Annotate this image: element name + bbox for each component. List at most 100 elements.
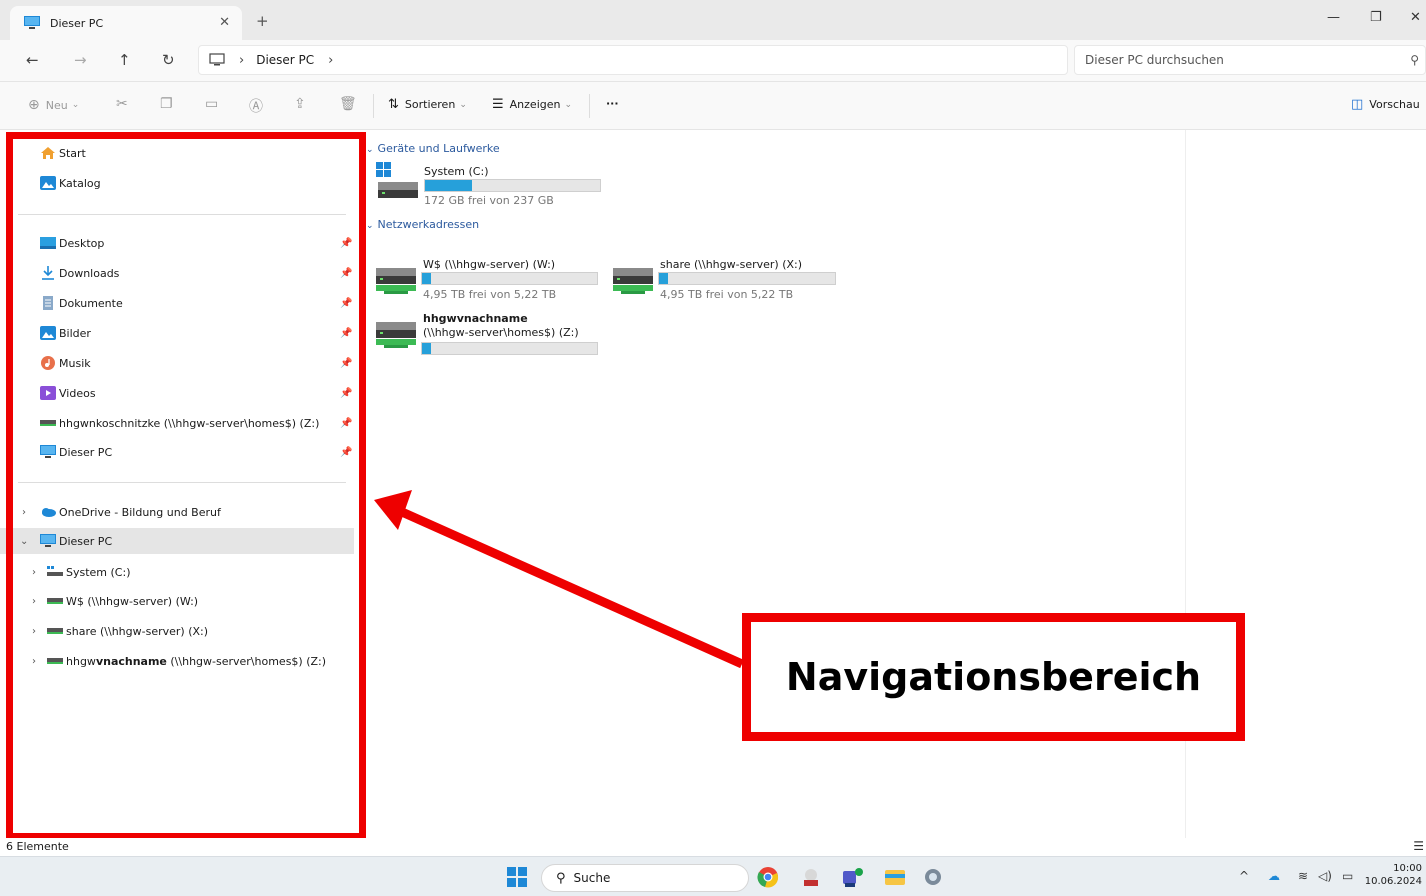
sidebar-item-x-drive[interactable]: › share (\\hhgw-server) (X:) [0,618,354,644]
breadcrumb-dieser-pc[interactable]: Dieser PC [256,53,314,67]
chevron-down-icon[interactable]: ⌄ [20,536,28,547]
drive-usage-fill [659,273,668,284]
pin-icon[interactable]: 📌 [340,238,352,249]
view-icon: ☰ [492,97,504,112]
taskbar-search-label: Suche [573,871,611,885]
close-tab-icon[interactable]: ✕ [219,15,230,30]
sidebar-item-dokumente[interactable]: Dokumente 📌 [0,290,354,316]
restore-icon[interactable]: ❐ [1370,10,1382,25]
group-devices-heading[interactable]: ⌄ Geräte und Laufwerke [366,142,500,155]
cut-icon[interactable]: ✂ [116,96,128,112]
taskbar-search[interactable]: ⚲ Suche [541,864,749,892]
chevron-right-icon[interactable]: › [22,507,26,518]
pin-icon[interactable]: 📌 [340,328,352,339]
settings-icon[interactable] [922,866,944,888]
sidebar-item-desktop[interactable]: Desktop 📌 [0,230,354,256]
sidebar-item-bilder[interactable]: Bilder 📌 [0,320,354,346]
wifi-icon[interactable]: ≋ [1298,869,1308,883]
pin-icon[interactable]: 📌 [340,447,352,458]
chrome-icon[interactable] [757,866,779,888]
new-button[interactable]: ⊕ Neu ⌄ [28,97,79,113]
label-prefix: hhgw [66,654,96,668]
pin-icon[interactable]: 📌 [340,358,352,369]
view-button[interactable]: ☰ Anzeigen ⌄ [492,97,572,112]
preview-button[interactable]: ◫ Vorschau [1351,97,1420,112]
sidebar-item-dieser-pc[interactable]: ⌄ Dieser PC [0,528,354,554]
back-icon[interactable]: ← [26,51,39,69]
volume-icon[interactable]: ◁) [1318,869,1332,883]
sidebar-item-start[interactable]: Start [0,140,354,166]
onedrive-tray-icon[interactable]: ☁ [1268,869,1280,883]
onedrive-icon [42,508,56,517]
battery-icon[interactable]: ▭ [1342,869,1353,883]
drive-name: W$ (\\hhgw-server) (W:) [423,258,556,271]
rename-icon[interactable]: Ⓐ [249,96,263,116]
teams-icon[interactable] [842,866,864,888]
windows-start-icon[interactable] [506,866,528,888]
details-view-icon[interactable]: ☰ [1413,839,1424,853]
sidebar-item-katalog[interactable]: Katalog [0,170,354,196]
share-icon[interactable]: ⇪ [294,96,306,112]
drive-name: share (\\hhgw-server) (X:) [660,258,803,271]
sidebar-item-onedrive[interactable]: › OneDrive - Bildung und Beruf [0,499,354,525]
system-drive-icon [376,162,418,198]
network-drive-icon [47,628,63,634]
chevron-right-icon[interactable]: › [328,53,333,68]
tab-dieser-pc[interactable]: Dieser PC ✕ [10,6,242,40]
callout-text: Navigationsbereich [785,655,1202,699]
forward-icon[interactable]: → [74,51,87,69]
sort-button[interactable]: ⇅ Sortieren ⌄ [388,97,467,112]
more-options-button[interactable]: ··· [606,97,619,110]
toolbar-divider [373,94,374,118]
status-bar: 6 Elemente ☰ [0,838,1426,856]
sidebar-item-downloads[interactable]: Downloads 📌 [0,260,354,286]
sidebar-item-label: Bilder [59,326,91,340]
search-icon: ⚲ [1410,53,1419,67]
sidebar-item-label: Start [59,146,86,160]
sidebar-item-videos[interactable]: Videos 📌 [0,380,354,406]
address-bar[interactable]: › Dieser PC › [198,45,1068,75]
drive-usage-fill [422,343,431,354]
pin-icon[interactable]: 📌 [340,298,352,309]
close-window-icon[interactable]: ✕ [1410,10,1421,25]
chevron-right-icon[interactable]: › [32,596,36,607]
drive-free-space: 4,95 TB frei von 5,22 TB [660,288,794,301]
search-input[interactable]: Dieser PC durchsuchen ⚲ [1074,45,1426,75]
pin-icon[interactable]: 📌 [340,418,352,429]
sidebar-item-label: W$ (\\hhgw-server) (W:) [66,594,199,608]
new-tab-icon[interactable]: + [256,12,269,30]
drive-name: hhgwvnachname [423,312,528,325]
pdf24-icon[interactable] [800,866,822,888]
pin-icon[interactable]: 📌 [340,388,352,399]
sidebar-item-home-drive[interactable]: hhgwnkoschnitzke (\\hhgw-server\homes$) … [0,410,354,436]
paste-icon[interactable]: ▭ [205,96,218,112]
drive-path: (\\hhgw-server\homes$) (Z:) [423,326,579,339]
tray-overflow-icon[interactable]: ^ [1239,869,1249,883]
taskbar-clock[interactable]: 10:00 10.06.2024 [1365,862,1422,888]
network-drive-icon [47,598,63,604]
sidebar-item-musik[interactable]: Musik 📌 [0,350,354,376]
plus-circle-icon: ⊕ [28,97,40,113]
sidebar-item-system-c[interactable]: › System (C:) [0,559,354,585]
pc-icon [40,534,56,547]
file-explorer-icon[interactable] [884,866,906,888]
minimize-icon[interactable]: — [1327,10,1340,25]
sidebar-item-z-drive[interactable]: › hhgwvnachname (\\hhgw-server\homes$) (… [0,648,354,674]
chevron-right-icon[interactable]: › [32,567,36,578]
copy-icon[interactable]: ❐ [160,96,173,112]
music-icon [41,356,55,370]
system-drive-icon [47,566,63,576]
refresh-icon[interactable]: ↻ [162,51,175,69]
address-row: ← → ↑ ↻ › Dieser PC › Dieser PC durchsuc… [0,40,1426,82]
delete-icon[interactable]: 🗑 [339,96,357,112]
chevron-right-icon[interactable]: › [32,626,36,637]
sidebar-item-dieser-pc-pinned[interactable]: Dieser PC 📌 [0,439,354,465]
group-network-heading[interactable]: ⌄ Netzwerkadressen [366,218,479,231]
sidebar-item-label: share (\\hhgw-server) (X:) [66,624,209,638]
item-count: 6 Elemente [6,840,69,853]
pictures-icon [40,326,56,340]
chevron-right-icon[interactable]: › [32,656,36,667]
up-icon[interactable]: ↑ [118,51,131,69]
sidebar-item-w-drive[interactable]: › W$ (\\hhgw-server) (W:) [0,588,354,614]
pin-icon[interactable]: 📌 [340,268,352,279]
